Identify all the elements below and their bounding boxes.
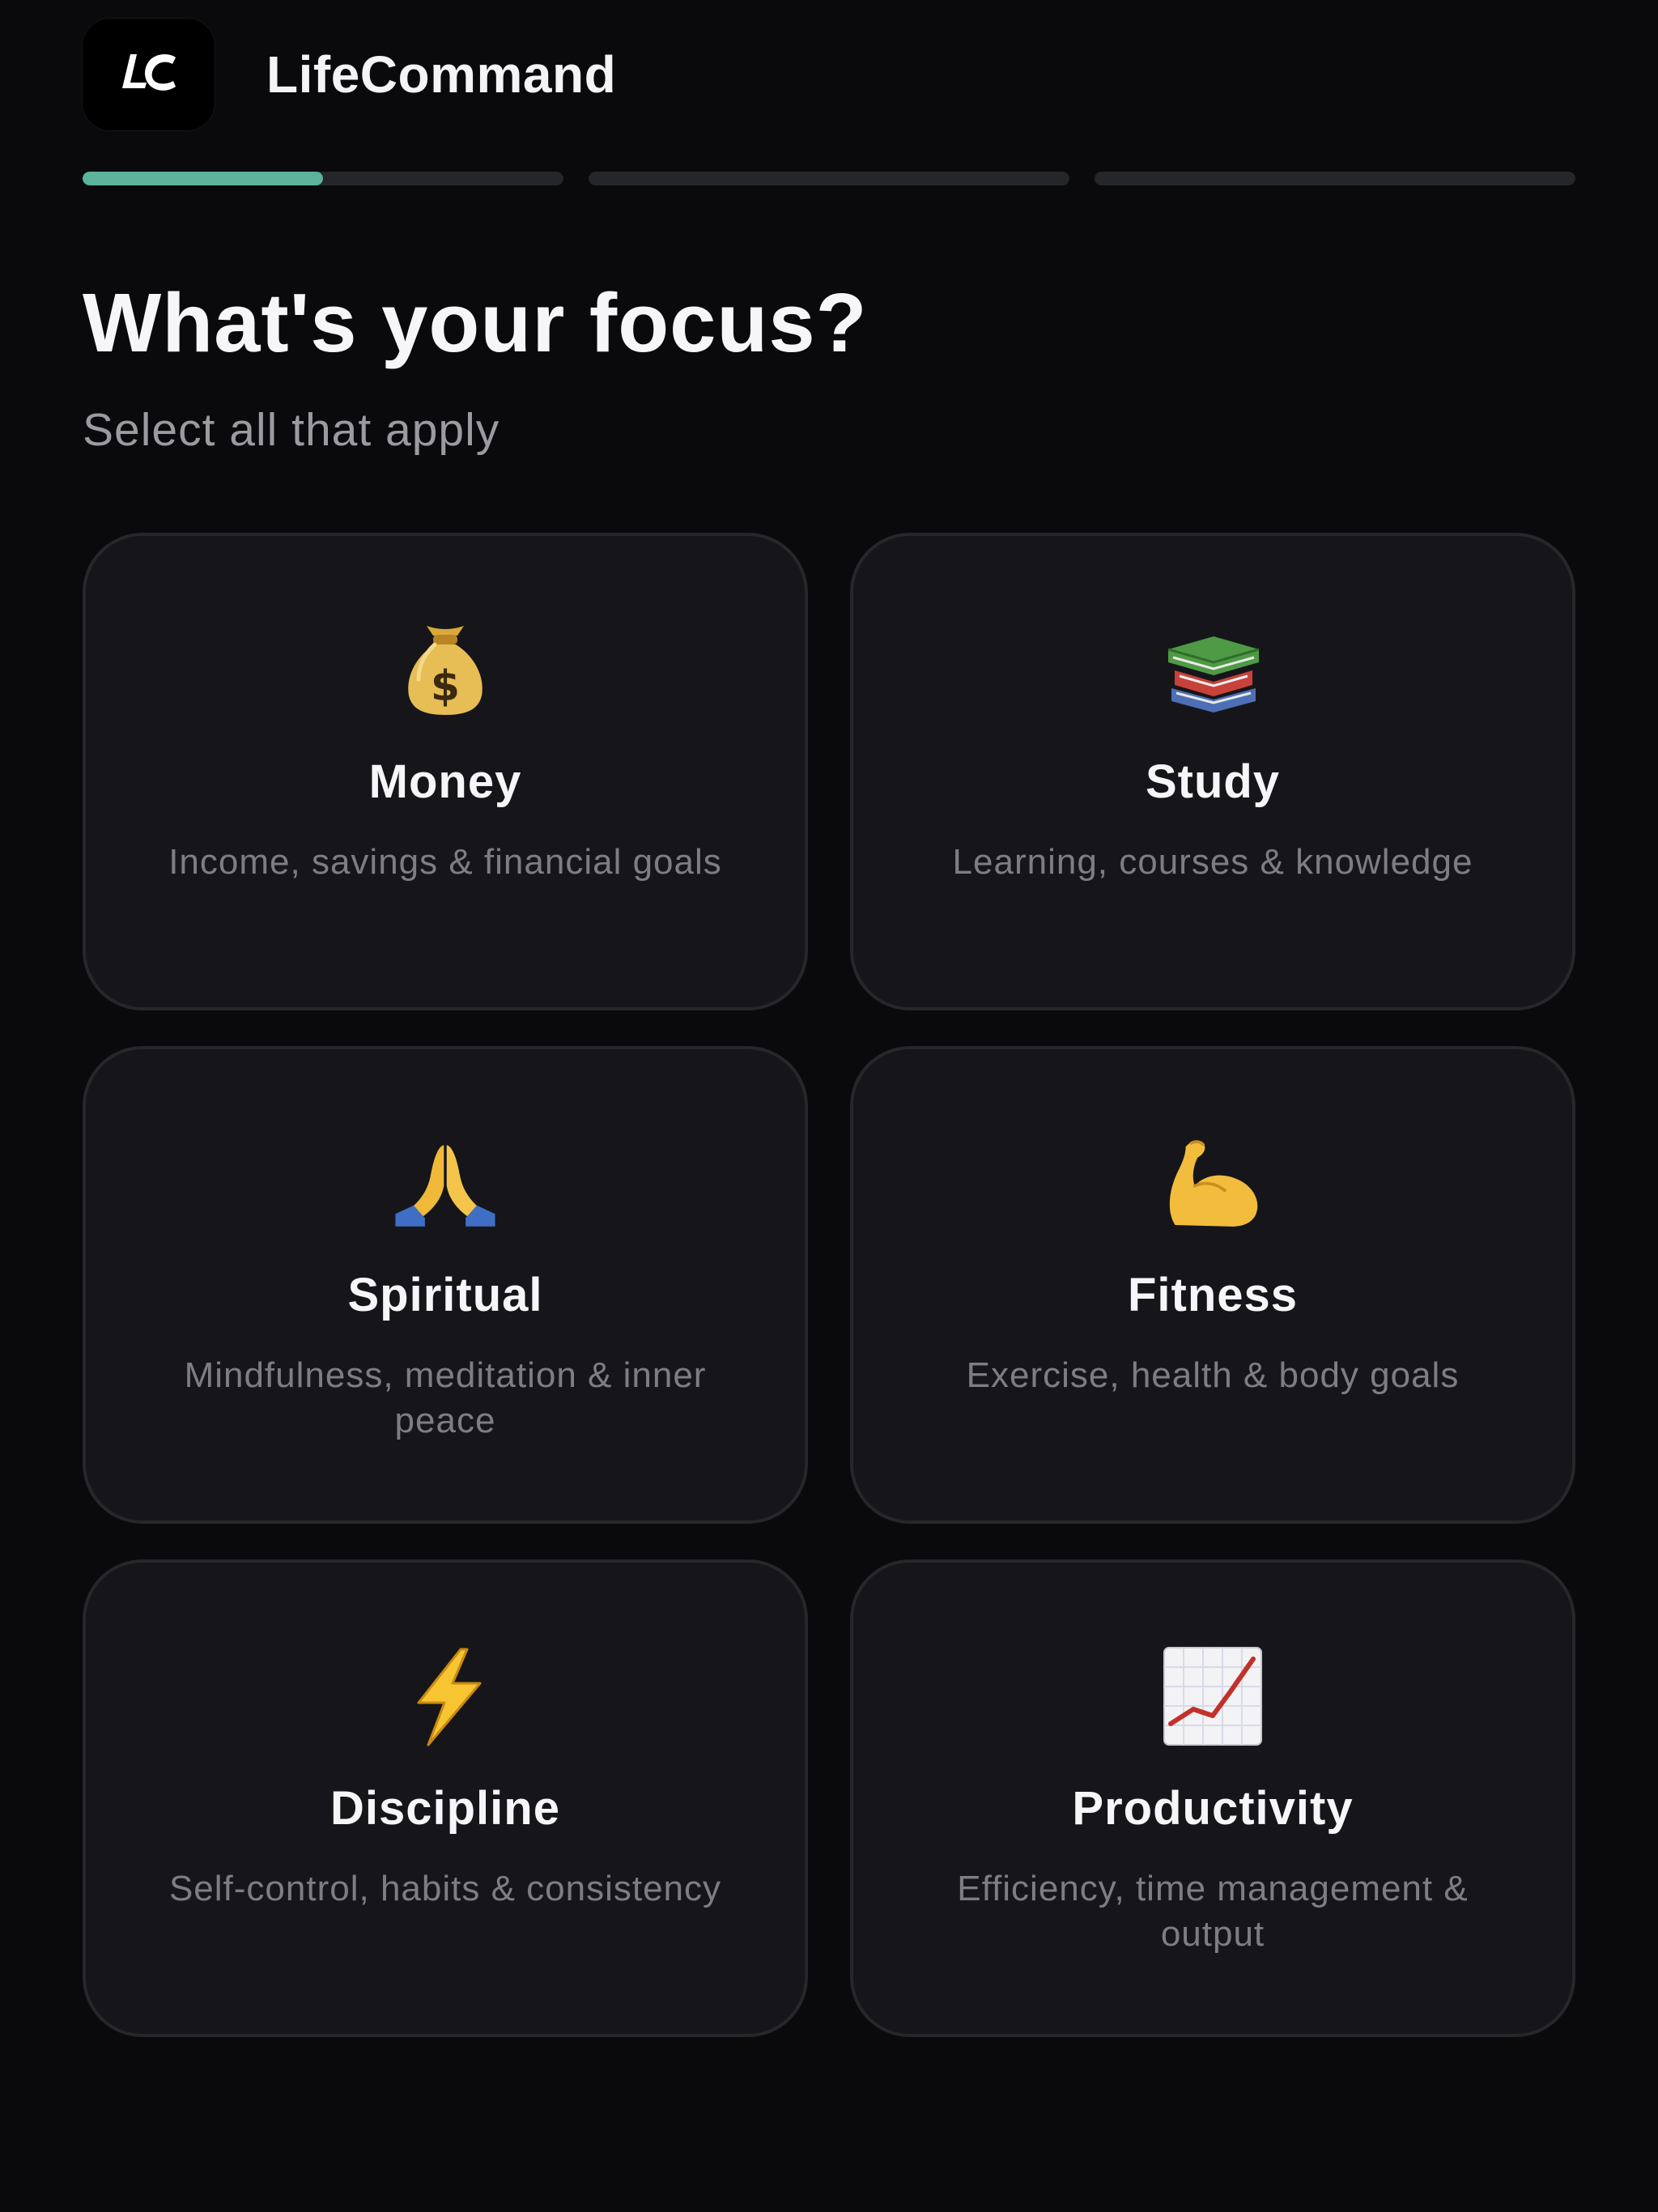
focus-option-label: Money [368, 755, 522, 808]
focus-option-label: Productivity [1072, 1782, 1354, 1835]
money-bag-icon: $ [393, 617, 498, 722]
praying-hands-icon [393, 1130, 498, 1236]
focus-option-productivity[interactable]: Productivity Efficiency, time management… [850, 1559, 1575, 2037]
focus-option-description: Exercise, health & body goals [966, 1355, 1460, 1395]
focus-option-label: Fitness [1127, 1269, 1299, 1321]
focus-option-spiritual[interactable]: Spiritual Mindfulness, meditation & inne… [83, 1046, 808, 1524]
flexed-biceps-icon [1160, 1130, 1265, 1236]
focus-option-label: Discipline [330, 1782, 560, 1835]
chart-increasing-icon [1160, 1644, 1265, 1749]
focus-option-label: Study [1145, 755, 1281, 808]
app-header: LifeCommand [83, 19, 616, 130]
focus-option-description: Income, savings & financial goals [168, 842, 722, 882]
lc-logo-icon [83, 19, 215, 130]
focus-option-discipline[interactable]: Discipline Self-control, habits & consis… [83, 1559, 808, 2037]
focus-option-money[interactable]: $ Money Income, savings & financial goal… [83, 533, 808, 1010]
focus-option-fitness[interactable]: Fitness Exercise, health & body goals [850, 1046, 1575, 1524]
progress-step-2 [589, 172, 1069, 185]
progress-step-1 [83, 172, 563, 185]
progress-step-3 [1095, 172, 1575, 185]
page-title: What's your focus? [83, 276, 868, 369]
page-subtitle: Select all that apply [83, 404, 500, 456]
focus-option-label: Spiritual [347, 1269, 543, 1321]
svg-text:$: $ [431, 662, 460, 711]
focus-option-description: Self-control, habits & consistency [168, 1869, 722, 1908]
focus-option-study[interactable]: Study Learning, courses & knowledge [850, 533, 1575, 1010]
focus-options-grid: $ Money Income, savings & financial goal… [83, 533, 1575, 2037]
books-icon [1160, 617, 1265, 722]
onboarding-progress [83, 172, 1575, 185]
app-name: LifeCommand [266, 45, 617, 104]
focus-option-description: Learning, courses & knowledge [952, 842, 1473, 882]
focus-option-description: Efficiency, time management & output [957, 1869, 1469, 1954]
progress-step-1-fill [83, 172, 323, 185]
focus-option-description: Mindfulness, meditation & inner peace [184, 1355, 707, 1440]
lightning-bolt-icon [393, 1644, 498, 1749]
